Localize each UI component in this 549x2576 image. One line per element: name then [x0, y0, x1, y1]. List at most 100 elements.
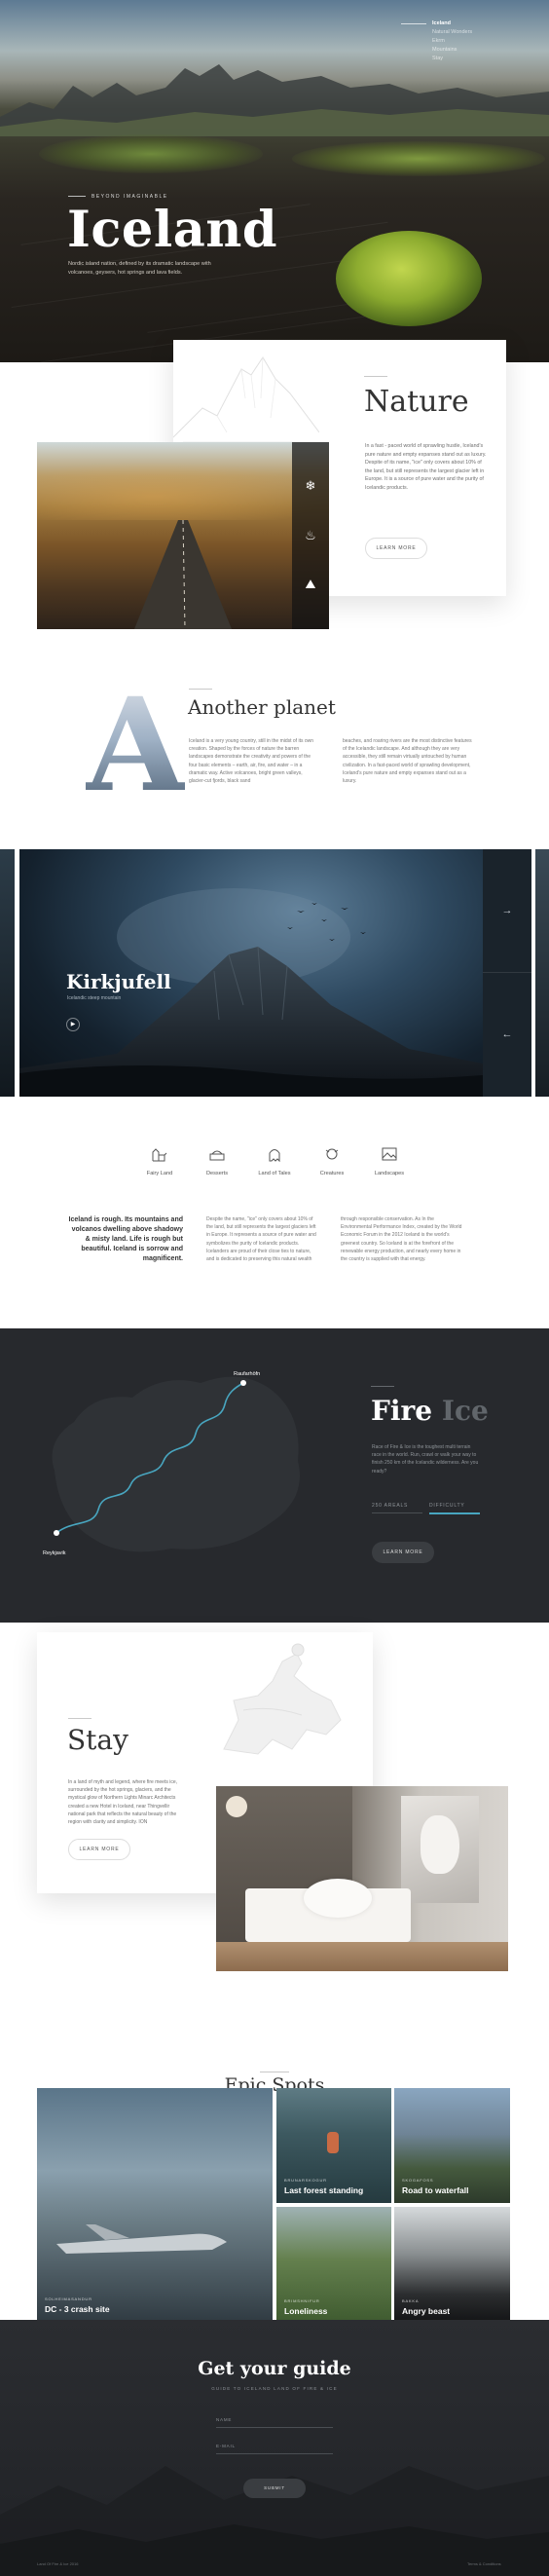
- mountain-icon[interactable]: ⛰: [303, 577, 318, 592]
- spot-title: Last forest standing: [284, 2185, 364, 2195]
- another-planet-title: Another planet: [188, 695, 336, 719]
- stay-learn-more-button[interactable]: LEARN MORE: [68, 1839, 130, 1860]
- category-label: Fairy Land: [146, 1171, 173, 1176]
- nature-learn-more-button[interactable]: LEARN MORE: [365, 538, 427, 559]
- spot-title: Angry beast: [402, 2306, 451, 2316]
- slide-title: Kirkjufell: [66, 970, 171, 993]
- rider-illustration: [223, 1643, 342, 1755]
- footer-copyright: Land Of Fire & Ice 2016: [37, 2561, 79, 2566]
- spot-card-forest[interactable]: BRUNARSKOGUR Last forest standing: [276, 2088, 391, 2203]
- spot-card-angry-beast[interactable]: BAKKA Angry beast: [394, 2207, 510, 2324]
- fire-learn-more-button[interactable]: LEARN MORE: [372, 1542, 434, 1563]
- guide-subtitle: GUIDE TO ICELAND LAND OF FIRE & ICE: [211, 2386, 338, 2391]
- category-creatures[interactable]: Creatures: [303, 1145, 361, 1176]
- play-button[interactable]: ▶: [66, 1018, 80, 1031]
- mountain-silhouette: [0, 64, 549, 136]
- divider: [68, 196, 86, 197]
- footer-terms-link[interactable]: Terms & Conditions: [467, 2561, 501, 2566]
- slider-next-preview[interactable]: [535, 849, 549, 1097]
- fire-icon[interactable]: ♨: [303, 528, 318, 543]
- divider: [371, 1386, 394, 1387]
- category-landscapes[interactable]: Landscapes: [360, 1145, 419, 1176]
- quote-text: Iceland is rough. Its mountains and volc…: [68, 1216, 183, 1262]
- spot-label: SKOGAFOSS: [402, 2178, 434, 2183]
- moss-rock: [336, 231, 482, 326]
- dessert-icon: [209, 1150, 225, 1161]
- email-field[interactable]: E-MAIL: [216, 2439, 333, 2454]
- ice-word: Ice: [441, 1395, 489, 1427]
- category-label: Landscapes: [374, 1171, 405, 1176]
- tab-underline-active: [429, 1512, 480, 1514]
- hero-description: Nordic island nation, defined by its dra…: [68, 261, 211, 276]
- category-label: Creatures: [319, 1171, 345, 1176]
- slide-subtitle: Icelandic steep mountain: [67, 995, 122, 1001]
- divider: [189, 689, 212, 690]
- road-illustration: [134, 520, 232, 629]
- fire-ice-title: Fire Ice: [371, 1395, 489, 1427]
- spot-card-dc3[interactable]: SOLHEIMASANDUR DC - 3 crash site: [37, 2088, 273, 2324]
- fire-ice-text: Race of Fire & Ice is the toughest multi…: [372, 1444, 479, 1475]
- tab-areals[interactable]: 250 AREALS: [372, 1503, 408, 1509]
- nav-item-ekrm[interactable]: Ekrm: [432, 37, 510, 46]
- hero-title: Iceland: [67, 201, 278, 259]
- spot-label: BRUNARSKOGUR: [284, 2178, 327, 2183]
- map-city-end: Raufarhöfn: [234, 1371, 261, 1377]
- mountain-sketch-illustration: [173, 356, 319, 443]
- fire-word: Fire: [371, 1395, 433, 1427]
- another-planet-text-col2: beaches, and roaring rivers are the most…: [343, 738, 472, 785]
- nature-photo: [37, 442, 329, 629]
- quote-col2: through responsible conservation. As In …: [341, 1216, 462, 1263]
- divider: [364, 376, 387, 377]
- nav-item-natural-wonders[interactable]: Natural Wonders: [432, 28, 510, 37]
- spot-title: Road to waterfall: [402, 2185, 469, 2195]
- category-fairy-land[interactable]: Fairy Land: [130, 1145, 189, 1176]
- stay-title: Stay: [67, 1724, 128, 1756]
- category-label: Land of Tales: [258, 1171, 291, 1176]
- snowflake-icon[interactable]: ❄: [303, 478, 318, 494]
- name-field[interactable]: NAME: [216, 2412, 333, 2428]
- plane-wreck-illustration: [56, 2224, 227, 2254]
- nature-text: In a fast - paced world of sprawling hus…: [365, 443, 487, 491]
- category-label: Desserts: [205, 1171, 229, 1176]
- spot-card-loneliness[interactable]: BRIMSHNIFUR Loneliness: [276, 2207, 391, 2324]
- nature-icon-bar: ❄ ♨ ⛰: [292, 442, 329, 629]
- guide-title: Get your guide: [198, 2358, 351, 2379]
- tab-difficulty[interactable]: DIFFICULTY: [429, 1503, 465, 1509]
- nav-item-mountains[interactable]: Mountains: [432, 46, 510, 55]
- nav-item-stay[interactable]: Stay: [432, 55, 510, 63]
- tab-underline: [372, 1512, 422, 1513]
- start-marker: [54, 1530, 59, 1536]
- stay-text: In a land of myth and legend, where fire…: [68, 1779, 178, 1826]
- hero-tagline: BEYOND IMAGINABLE: [92, 194, 168, 200]
- spot-label: BAKKA: [402, 2298, 420, 2303]
- creature-icon: [325, 1148, 339, 1160]
- nav-item-iceland[interactable]: Iceland: [432, 19, 510, 28]
- map-city-start: Reykjavik: [43, 1550, 66, 1556]
- slider-prev-preview[interactable]: [0, 849, 15, 1097]
- grass-tuft: [292, 141, 545, 176]
- arrow-left-icon[interactable]: ←: [483, 1028, 531, 1040]
- spot-label: BRIMSHNIFUR: [284, 2298, 320, 2303]
- another-planet-text-col1: Iceland is a very young country, still i…: [189, 738, 314, 785]
- ghost-icon: [269, 1149, 280, 1163]
- hotel-room-photo: [216, 1786, 508, 1971]
- spot-label: SOLHEIMASANDUR: [45, 2296, 92, 2301]
- spot-card-waterfall[interactable]: SKOGAFOSS Road to waterfall: [394, 2088, 510, 2203]
- divider: [68, 1718, 92, 1719]
- end-marker: [240, 1380, 246, 1386]
- decorative-letter: A: [86, 670, 186, 821]
- slider-controls: → ←: [483, 849, 531, 1097]
- submit-button[interactable]: SUBMIT: [243, 2479, 306, 2498]
- arrow-right-icon[interactable]: →: [483, 905, 531, 916]
- castle-icon: [152, 1148, 167, 1162]
- iceland-map: [52, 1376, 300, 1552]
- quote-col1: Despite the name, "ice" only covers abou…: [206, 1216, 316, 1263]
- spot-title: Loneliness: [284, 2306, 328, 2316]
- category-land-of-tales[interactable]: Land of Tales: [245, 1145, 304, 1176]
- category-desserts[interactable]: Desserts: [188, 1145, 246, 1176]
- nature-title: Nature: [364, 385, 469, 419]
- spot-title: DC - 3 crash site: [45, 2304, 110, 2314]
- grass-tuft: [39, 134, 263, 173]
- main-nav: Iceland Natural Wonders Ekrm Mountains S…: [401, 19, 510, 63]
- landscape-icon: [382, 1147, 397, 1161]
